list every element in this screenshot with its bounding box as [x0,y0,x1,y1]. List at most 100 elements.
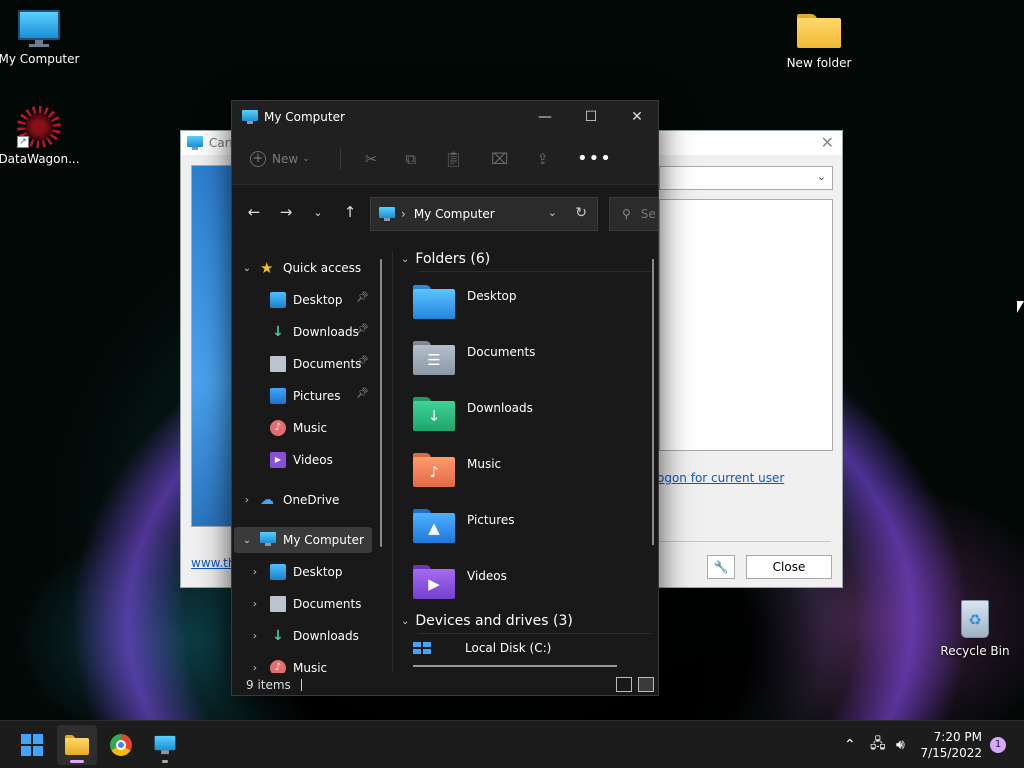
close-button[interactable]: ✕ [614,101,658,133]
volume-icon[interactable]: 🔊︎ [896,721,905,768]
nav-item-pc-downloads[interactable]: › ↓ Downloads [248,623,359,649]
star-icon: ★ [260,259,274,277]
group-header-label: Folders (6) [415,251,491,267]
taskbar-chrome[interactable] [101,725,141,765]
chevron-right-icon[interactable]: › [248,567,262,578]
cloud-icon: ☁ [260,492,274,508]
chevron-right-icon[interactable]: › [248,631,262,642]
taskbar: ⌃ 🖧︎ 🔊︎ 7:20 PM 7/15/2022 1 [0,720,1024,768]
up-arrow-icon[interactable]: ↑ [342,203,358,221]
folder-label: Pictures [467,513,515,527]
taskbar-file-explorer[interactable] [57,725,97,765]
drive-label: Local Disk (C:) [465,641,552,655]
navigation-pane: ⌄ ★ Quick access Desktop 📌︎ ↓ Downloads … [232,251,390,673]
more-options-icon[interactable]: ••• [577,148,612,169]
chevron-right-icon[interactable]: › [240,495,254,506]
folder-item-videos[interactable]: ▶ Videos [413,565,507,599]
running-indicator [162,760,168,763]
nav-scrollbar[interactable] [380,259,382,547]
large-icons-view-icon[interactable] [638,677,654,692]
chevron-down-icon[interactable]: ⌄ [548,206,557,219]
close-button[interactable]: Close [746,555,832,579]
nav-item-label: Documents [293,597,362,611]
nav-item-music[interactable]: ♪ Music [270,415,327,441]
back-arrow-icon[interactable]: ← [246,203,262,221]
dropdown-select[interactable]: ⌄ [659,166,833,190]
nav-item-pc-music[interactable]: › ♪ Music [248,655,327,673]
breadcrumb-location[interactable]: My Computer [414,207,495,221]
notification-badge[interactable]: 1 [990,737,1006,753]
group-header-folders[interactable]: ⌄ Folders (6) [401,251,651,272]
start-button[interactable] [12,725,52,765]
drive-item-local-disk-c[interactable]: Local Disk (C:) [413,641,617,667]
autologon-link[interactable]: ogon for current user [657,471,784,485]
nav-item-quick-access[interactable]: ⌄ ★ Quick access [240,255,361,281]
nav-item-pc-documents[interactable]: › Documents [248,591,361,617]
recent-chevron-icon[interactable]: ⌄ [310,206,326,219]
nav-item-documents[interactable]: Documents 📌︎ [270,351,369,377]
shortcut-arrow-icon: ↗ [17,136,29,148]
plus-icon: + [250,150,266,167]
cut-icon[interactable]: ✂ [365,150,378,168]
network-icon[interactable]: 🖧︎ [870,721,886,768]
key-button[interactable]: 🔧 [707,555,735,579]
nav-item-downloads[interactable]: ↓ Downloads 📌︎ [270,319,369,345]
chevron-right-icon[interactable]: › [248,663,262,674]
search-placeholder: Se [640,207,656,221]
nav-item-my-computer[interactable]: ⌄ My Computer [234,527,372,553]
file-explorer-window: My Computer — ☐ ✕ + New ⌄ ✂ ⧉ 📋︎ ⌧ ⇪ •••… [231,100,659,696]
videos-folder-icon: ▶ [413,565,455,599]
folder-item-desktop[interactable]: Desktop [413,285,517,319]
desktop-icon-label: DataWagon... [0,152,80,166]
search-box[interactable]: ⚲ Se [609,197,658,231]
desktop-icon-recycle-bin[interactable]: ♻ Recycle Bin [933,596,1017,658]
chevron-down-icon[interactable]: ⌄ [240,263,254,274]
chevron-down-icon[interactable]: ⌄ [240,535,254,546]
paste-icon[interactable]: 📋︎ [444,150,463,168]
maximize-button[interactable]: ☐ [568,101,614,133]
taskbar-app[interactable] [145,725,185,765]
nav-item-pc-desktop[interactable]: › Desktop [248,559,343,585]
maximize-icon: ☐ [584,109,598,125]
clock[interactable]: 7:20 PM 7/15/2022 [920,729,982,761]
address-bar[interactable]: › My Computer ⌄ ↻ [370,197,598,231]
group-header-drives[interactable]: ⌄ Devices and drives (3) [401,613,651,634]
app-icon [187,136,203,150]
close-icon[interactable]: ✕ [821,133,834,152]
folder-item-downloads[interactable]: ↓ Downloads [413,397,533,431]
nav-item-desktop[interactable]: Desktop 📌︎ [270,287,369,313]
clock-time: 7:20 PM [933,730,982,744]
refresh-icon[interactable]: ↻ [575,205,587,221]
listbox[interactable] [659,199,833,451]
desktop-icon-label: New folder [786,56,852,70]
content-scrollbar[interactable] [652,259,654,545]
nav-item-onedrive[interactable]: › ☁ OneDrive [240,487,339,513]
details-view-icon[interactable] [616,677,632,692]
rename-icon[interactable]: ⌧ [491,150,508,168]
videos-icon: ▶ [270,452,286,468]
copy-icon[interactable]: ⧉ [405,150,416,168]
desktop-icon-datawagon[interactable]: ↗ DataWagon... [0,106,81,166]
nav-item-pictures[interactable]: Pictures 📌︎ [270,383,369,409]
folder-item-music[interactable]: ♪ Music [413,453,501,487]
tray-overflow[interactable]: ⌃ [844,721,856,768]
new-button[interactable]: + New ⌄ [250,150,310,167]
chevron-up-icon: ⌃ [844,737,856,753]
minimize-button[interactable]: — [522,101,568,133]
share-icon[interactable]: ⇪ [536,150,549,168]
folder-label: Music [467,457,502,471]
clock-date: 7/15/2022 [920,746,982,760]
desktop-icon-new-folder[interactable]: New folder [777,12,861,70]
music-folder-icon: ♪ [413,453,455,487]
documents-folder-icon: ☰ [413,341,455,375]
nav-item-label: Quick access [283,261,362,275]
desktop-icon-my-computer[interactable]: My Computer [0,10,81,66]
folder-item-pictures[interactable]: ▲ Pictures [413,509,515,543]
group-header-label: Devices and drives (3) [415,613,573,629]
forward-arrow-icon[interactable]: → [278,203,294,221]
nav-item-videos[interactable]: ▶ Videos [270,447,333,473]
folder-item-documents[interactable]: ☰ Documents [413,341,535,375]
chevron-right-icon[interactable]: › [248,599,262,610]
nav-item-label: Desktop [293,293,343,307]
website-link[interactable]: www.th [191,556,235,570]
